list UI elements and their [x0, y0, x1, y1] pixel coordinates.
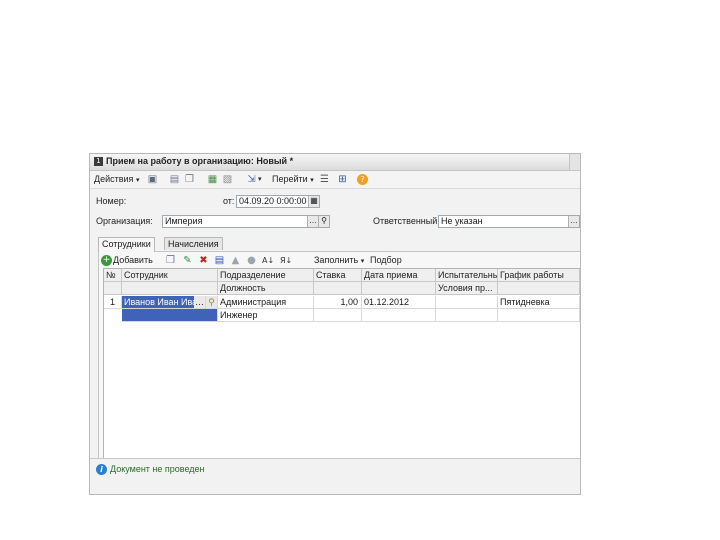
search-icon[interactable]: ⚲: [318, 216, 329, 227]
row-1-position[interactable]: Инженер: [218, 309, 314, 322]
select-dots-icon[interactable]: …: [307, 216, 318, 227]
fill-menu-label: Заполнить: [314, 255, 359, 265]
window-title: Прием на работу в организацию: Новый *: [106, 156, 294, 166]
help-icon[interactable]: ?: [357, 174, 368, 185]
number-label: Номер:: [96, 196, 127, 206]
row-1-employee[interactable]: Иванов Иван Ива: [122, 296, 194, 309]
chevron-down-icon: ▾: [360, 258, 365, 265]
sort-asc-icon[interactable]: A↓: [262, 255, 274, 266]
col-header-position[interactable]: Должность: [218, 282, 314, 295]
row-1-hire-date-sub[interactable]: [362, 309, 436, 322]
row-1-schedule-sub[interactable]: [498, 309, 580, 322]
col-header-schedule[interactable]: График работы: [498, 269, 580, 282]
row-1-hire-date[interactable]: 01.12.2012: [362, 296, 436, 309]
responsible-field[interactable]: Не указан …: [438, 215, 580, 228]
date-field[interactable]: 04.09.20 0:00:00 ▦: [236, 195, 320, 208]
employees-table: № Сотрудник Подразделение Ставка Дата пр…: [103, 268, 580, 460]
row-1-rate[interactable]: 1,00: [314, 296, 362, 309]
select-dots-icon[interactable]: …: [568, 216, 579, 227]
col-header-hire-date-sub: [362, 282, 436, 295]
date-label: от:: [223, 196, 235, 206]
organization-value: Империя: [165, 216, 203, 226]
tab-panel-employees: + Добавить ❐ ✎ ✖ ▤ ▲ ● A↓ Я↓ Заполнить ▾…: [98, 251, 580, 463]
based-on-icon[interactable]: ⇲: [246, 174, 257, 185]
row-1-probation[interactable]: [436, 296, 498, 309]
organization-field[interactable]: Империя … ⚲: [162, 215, 330, 228]
main-toolbar: Действия ▾ ▣ ▤ ❐ ▦ ▧ ⇲ ▾ Перейти ▾ ☰ ⊞ ?: [90, 171, 580, 189]
add-icon[interactable]: +: [101, 255, 112, 266]
save-icon[interactable]: ▣: [147, 174, 158, 185]
col-header-rate-sub: [314, 282, 362, 295]
goto-menu-label: Перейти: [272, 174, 308, 184]
title-bar: 1 Прием на работу в организацию: Новый *: [90, 154, 580, 171]
add-button[interactable]: Добавить: [113, 254, 153, 267]
select-dots-icon[interactable]: …: [194, 296, 206, 309]
col-header-employee-sub: [122, 282, 218, 295]
col-header-rate[interactable]: Ставка: [314, 269, 362, 282]
col-header-probation-cond[interactable]: Условия пр...: [436, 282, 498, 295]
col-header-department[interactable]: Подразделение: [218, 269, 314, 282]
grid-toolbar: + Добавить ❐ ✎ ✖ ▤ ▲ ● A↓ Я↓ Заполнить ▾…: [99, 254, 579, 268]
info-icon: i: [96, 464, 107, 475]
organization-label: Организация:: [96, 216, 153, 226]
app-icon: 1: [94, 157, 103, 166]
move-down-icon[interactable]: ●: [246, 255, 257, 266]
col-header-schedule-sub: [498, 282, 580, 295]
search-icon[interactable]: ⚲: [206, 296, 218, 309]
responsible-label: Ответственный:: [373, 216, 440, 226]
col-header-hire-date[interactable]: Дата приема: [362, 269, 436, 282]
row-1-probation-cond[interactable]: [436, 309, 498, 322]
based-on-dropdown[interactable]: ▾: [258, 173, 262, 186]
select-button[interactable]: Подбор: [370, 254, 402, 267]
col-header-num[interactable]: №: [104, 269, 122, 282]
move-up-icon[interactable]: ▲: [230, 255, 241, 266]
actions-menu[interactable]: Действия ▾: [94, 173, 139, 186]
tab-accruals[interactable]: Начисления: [164, 237, 223, 250]
col-header-employee[interactable]: Сотрудник: [122, 269, 218, 282]
delete-icon[interactable]: ✖: [198, 255, 209, 266]
copy-icon[interactable]: ❐: [184, 174, 195, 185]
post-document-icon[interactable]: ▦: [207, 174, 218, 185]
row-1-employee-ext[interactable]: [122, 309, 218, 322]
row-1-department[interactable]: Администрация: [218, 296, 314, 309]
fill-menu[interactable]: Заполнить ▾: [314, 254, 364, 267]
row-1-num[interactable]: 1: [104, 296, 122, 309]
col-header-probation[interactable]: Испытательны...: [436, 269, 498, 282]
responsible-value: Не указан: [441, 216, 483, 226]
chevron-down-icon: ▾: [135, 177, 140, 184]
chevron-down-icon: ▾: [310, 177, 314, 184]
end-edit-icon[interactable]: ▤: [214, 255, 225, 266]
document-window: 1 Прием на работу в организацию: Новый *…: [89, 153, 581, 495]
unpost-document-icon[interactable]: ▧: [222, 174, 233, 185]
row-1-schedule[interactable]: Пятидневка: [498, 296, 580, 309]
edit-icon[interactable]: ✎: [182, 255, 193, 266]
calendar-icon[interactable]: ▦: [308, 196, 319, 207]
row-1-rate-sub[interactable]: [314, 309, 362, 322]
copy-row-icon[interactable]: ❐: [165, 255, 176, 266]
col-header-num-sub: [104, 282, 122, 295]
sort-desc-icon[interactable]: Я↓: [280, 255, 292, 266]
goto-menu[interactable]: Перейти ▾: [272, 173, 314, 186]
window-scroll-handle[interactable]: [569, 154, 580, 170]
date-value: 04.09.20 0:00:00: [239, 196, 307, 206]
print-icon[interactable]: ▤: [169, 174, 180, 185]
structure-icon[interactable]: ☰: [319, 174, 330, 185]
movements-icon[interactable]: ⊞: [337, 174, 348, 185]
tab-employees[interactable]: Сотрудники: [98, 237, 155, 252]
actions-menu-label: Действия: [94, 174, 134, 184]
status-text: Документ не проведен: [110, 464, 205, 474]
status-bar: i Документ не проведен: [90, 458, 580, 479]
